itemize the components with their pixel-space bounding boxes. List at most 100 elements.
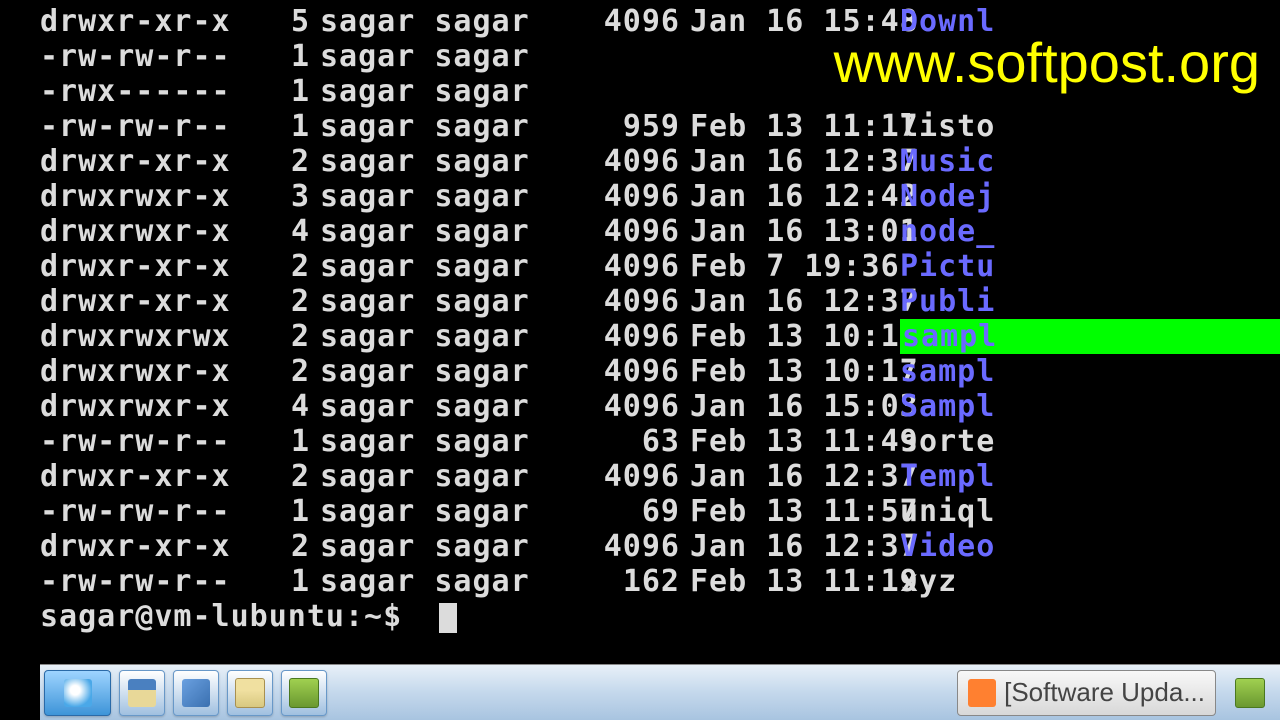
link-count: 4 xyxy=(240,214,320,249)
file-manager-launcher[interactable] xyxy=(119,670,165,716)
owner-group: sagar sagar xyxy=(320,249,580,284)
owner-group: sagar sagar xyxy=(320,214,580,249)
owner-group: sagar sagar xyxy=(320,109,580,144)
permissions: -rw-rw-r-- xyxy=(40,109,240,144)
prompt-line[interactable]: sagar@vm-lubuntu:~$ xyxy=(40,599,1280,634)
owner-group: sagar sagar xyxy=(320,389,580,424)
size: 4096 xyxy=(580,284,690,319)
start-menu-button[interactable] xyxy=(44,670,111,716)
date: Jan 16 12:42 xyxy=(690,179,900,214)
date: Feb 13 10:13 xyxy=(690,319,900,354)
filename: Templ xyxy=(900,459,1280,494)
size: 4096 xyxy=(580,354,690,389)
link-count: 4 xyxy=(240,389,320,424)
size: 959 xyxy=(580,109,690,144)
date: Jan 16 13:01 xyxy=(690,214,900,249)
ls-row: drwxr-xr-x2sagar sagar4096Jan 16 12:37Te… xyxy=(40,459,1280,494)
owner-group: sagar sagar xyxy=(320,39,580,74)
size: 4096 xyxy=(580,389,690,424)
software-updater-icon xyxy=(968,679,996,707)
date: Jan 16 12:37 xyxy=(690,144,900,179)
permissions: drwxrwxr-x xyxy=(40,179,240,214)
filename: Pictu xyxy=(900,249,1280,284)
permissions: drwxr-xr-x xyxy=(40,284,240,319)
size: 4096 xyxy=(580,214,690,249)
size: 4096 xyxy=(580,249,690,284)
owner-group: sagar sagar xyxy=(320,284,580,319)
ls-row: drwxr-xr-x2sagar sagar4096Jan 16 12:37Vi… xyxy=(40,529,1280,564)
size: 4096 xyxy=(580,319,690,354)
ls-row: drwxrwxrwx2sagar sagar4096Feb 13 10:13sa… xyxy=(40,319,1280,354)
terminal-launcher[interactable] xyxy=(281,670,327,716)
date: Jan 16 12:37 xyxy=(690,529,900,564)
software-updater-task[interactable]: [Software Upda... xyxy=(957,670,1216,716)
size: 63 xyxy=(580,424,690,459)
permissions: -rw-rw-r-- xyxy=(40,424,240,459)
file-manager-icon xyxy=(182,679,210,707)
link-count: 1 xyxy=(240,564,320,599)
file-manager-launcher-2[interactable] xyxy=(173,670,219,716)
permissions: drwxr-xr-x xyxy=(40,459,240,494)
terminal-window[interactable]: drwxr-xr-x5sagar sagar4096Jan 16 15:48Do… xyxy=(0,0,1280,665)
link-count: 2 xyxy=(240,529,320,564)
lubuntu-bird-icon xyxy=(64,679,92,707)
filename: sampl xyxy=(900,319,1280,354)
file-manager-icon xyxy=(128,679,156,707)
owner-group: sagar sagar xyxy=(320,424,580,459)
tray-terminal-icon xyxy=(1235,678,1265,708)
size xyxy=(580,39,690,74)
link-count: 5 xyxy=(240,4,320,39)
filename: listo xyxy=(900,109,1280,144)
date: Jan 16 12:37 xyxy=(690,284,900,319)
permissions: -rw-rw-r-- xyxy=(40,564,240,599)
filename: Nodej xyxy=(900,179,1280,214)
owner-group: sagar sagar xyxy=(320,529,580,564)
folder-launcher[interactable] xyxy=(227,670,273,716)
size: 162 xyxy=(580,564,690,599)
link-count: 2 xyxy=(240,144,320,179)
filename: Music xyxy=(900,144,1280,179)
permissions: -rw-rw-r-- xyxy=(40,494,240,529)
owner-group: sagar sagar xyxy=(320,459,580,494)
date: Feb 13 10:17 xyxy=(690,354,900,389)
date: Feb 13 11:57 xyxy=(690,494,900,529)
ls-row: -rw-rw-r--1sagar sagar69Feb 13 11:57uniq… xyxy=(40,494,1280,529)
ls-row: drwxr-xr-x2sagar sagar4096Jan 16 12:37Pu… xyxy=(40,284,1280,319)
link-count: 2 xyxy=(240,459,320,494)
owner-group: sagar sagar xyxy=(320,319,580,354)
permissions: drwxr-xr-x xyxy=(40,249,240,284)
link-count: 2 xyxy=(240,354,320,389)
size: 4096 xyxy=(580,179,690,214)
size: 4096 xyxy=(580,459,690,494)
owner-group: sagar sagar xyxy=(320,144,580,179)
owner-group: sagar sagar xyxy=(320,4,580,39)
ls-row: -rw-rw-r--1sagar sagar959Feb 13 11:17lis… xyxy=(40,109,1280,144)
owner-group: sagar sagar xyxy=(320,74,580,109)
ls-row: drwxrwxr-x4sagar sagar4096Jan 16 15:03Sa… xyxy=(40,389,1280,424)
watermark-text: www.softpost.org xyxy=(834,30,1260,95)
filename: sorte xyxy=(900,424,1280,459)
ls-row: drwxrwxr-x3sagar sagar4096Jan 16 12:42No… xyxy=(40,179,1280,214)
permissions: -rw-rw-r-- xyxy=(40,39,240,74)
taskbar[interactable]: [Software Upda... xyxy=(40,664,1280,720)
owner-group: sagar sagar xyxy=(320,564,580,599)
link-count: 1 xyxy=(240,424,320,459)
permissions: drwxrwxr-x xyxy=(40,214,240,249)
ls-row: drwxrwxr-x2sagar sagar4096Feb 13 10:17sa… xyxy=(40,354,1280,389)
permissions: drwxrwxrwx xyxy=(40,319,240,354)
ls-row: drwxr-xr-x2sagar sagar4096Jan 16 12:37Mu… xyxy=(40,144,1280,179)
ls-row: drwxrwxr-x4sagar sagar4096Jan 16 13:01no… xyxy=(40,214,1280,249)
link-count: 2 xyxy=(240,249,320,284)
link-count: 2 xyxy=(240,284,320,319)
owner-group: sagar sagar xyxy=(320,494,580,529)
date: Feb 13 11:17 xyxy=(690,109,900,144)
ls-row: -rw-rw-r--1sagar sagar63Feb 13 11:49sort… xyxy=(40,424,1280,459)
size: 69 xyxy=(580,494,690,529)
permissions: drwxrwxr-x xyxy=(40,354,240,389)
size: 4096 xyxy=(580,144,690,179)
size xyxy=(580,74,690,109)
system-tray[interactable] xyxy=(1220,671,1280,715)
date: Feb 13 11:19 xyxy=(690,564,900,599)
ls-row: drwxr-xr-x2sagar sagar4096Feb 7 19:36Pic… xyxy=(40,249,1280,284)
size: 4096 xyxy=(580,529,690,564)
